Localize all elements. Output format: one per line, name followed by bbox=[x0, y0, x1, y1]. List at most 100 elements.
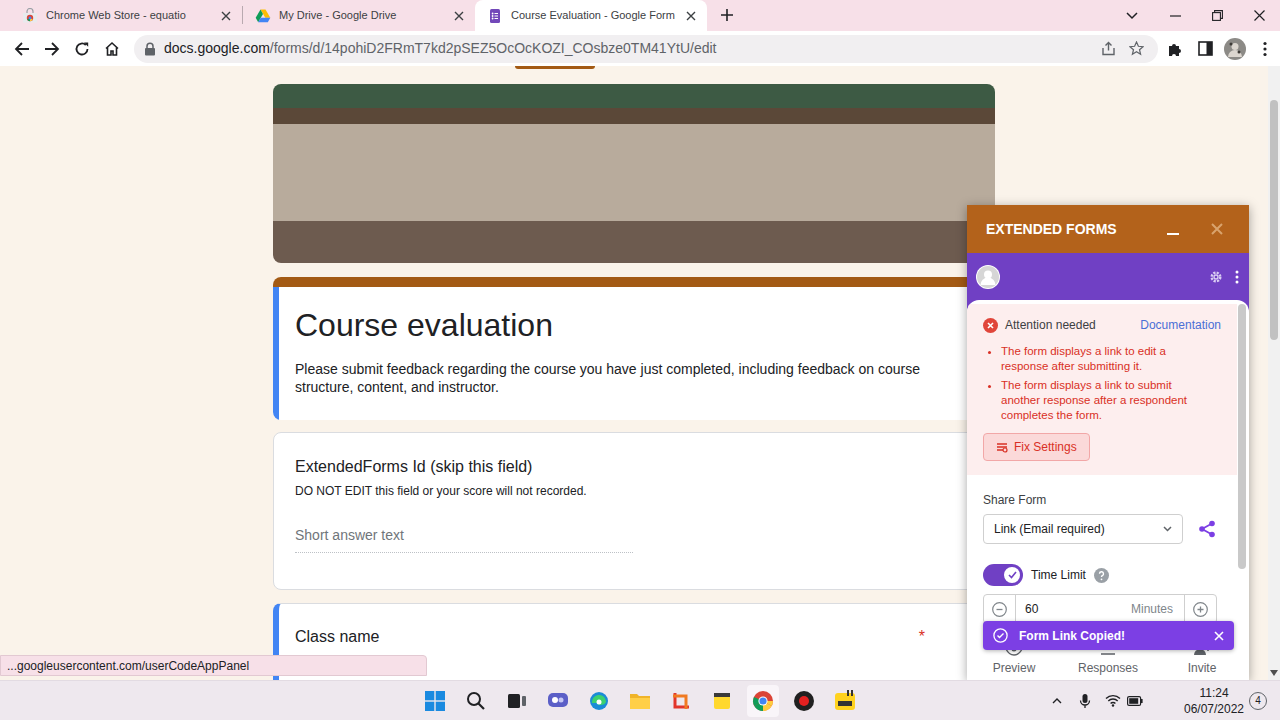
task-view-icon bbox=[507, 691, 527, 711]
share-mode-select[interactable]: Link (Email required) bbox=[983, 514, 1183, 544]
web-store-icon bbox=[22, 8, 38, 24]
start-button[interactable] bbox=[419, 685, 451, 717]
back-button[interactable] bbox=[7, 34, 37, 64]
new-tab-button[interactable] bbox=[713, 1, 741, 29]
browser-tab[interactable]: My Drive - Google Drive bbox=[243, 0, 475, 31]
plus-icon bbox=[720, 8, 734, 22]
chat-icon bbox=[547, 691, 569, 711]
file-explorer-button[interactable] bbox=[624, 685, 656, 717]
close-icon bbox=[1211, 223, 1223, 235]
browser-tab[interactable]: Chrome Web Store - equatio bbox=[10, 0, 242, 31]
tab-search-button[interactable] bbox=[1112, 0, 1152, 31]
player-icon bbox=[834, 690, 856, 712]
fix-settings-button[interactable]: Fix Settings bbox=[983, 433, 1090, 461]
battery-icon bbox=[1127, 696, 1143, 706]
page-scrollbar[interactable] bbox=[1268, 66, 1280, 680]
minimize-icon bbox=[1170, 15, 1181, 17]
notification-badge[interactable]: 4 bbox=[1249, 692, 1267, 710]
address-bar[interactable]: docs.google.com/forms/d/14pohiD2FRmT7kd2… bbox=[134, 35, 1158, 63]
microphone-button[interactable] bbox=[1073, 689, 1097, 713]
maximize-button[interactable] bbox=[1196, 0, 1238, 31]
close-icon[interactable] bbox=[1214, 631, 1224, 641]
snipping-tool-button[interactable] bbox=[665, 685, 697, 717]
clock[interactable]: 11:24 06/07/2022 bbox=[1180, 685, 1248, 717]
home-button[interactable] bbox=[97, 34, 127, 64]
forward-button[interactable] bbox=[37, 34, 67, 64]
restore-icon bbox=[1212, 10, 1223, 21]
panel-minimize-button[interactable] bbox=[1163, 219, 1183, 239]
minus-icon bbox=[992, 602, 1007, 617]
minimize-button[interactable] bbox=[1154, 0, 1196, 31]
kebab-icon bbox=[1263, 41, 1267, 57]
menu-button[interactable] bbox=[1250, 34, 1280, 64]
chrome-icon bbox=[752, 690, 774, 712]
url-host: docs.google.com bbox=[164, 40, 270, 56]
close-icon[interactable] bbox=[218, 8, 234, 24]
reload-button[interactable] bbox=[67, 34, 97, 64]
task-view-button[interactable] bbox=[501, 685, 533, 717]
minimize-icon bbox=[1167, 233, 1179, 235]
chevron-up-icon bbox=[1052, 698, 1062, 704]
time-limit-field[interactable]: 60 Minutes bbox=[983, 594, 1217, 624]
chat-button[interactable] bbox=[542, 685, 574, 717]
folder-icon bbox=[629, 692, 651, 710]
close-icon[interactable] bbox=[683, 8, 699, 24]
documentation-link[interactable]: Documentation bbox=[1140, 316, 1221, 334]
close-icon[interactable] bbox=[451, 8, 467, 24]
short-answer-field[interactable]: Short answer text bbox=[295, 523, 633, 553]
status-url: ...googleusercontent.com/userCodeAppPane… bbox=[7, 657, 249, 675]
close-window-button[interactable] bbox=[1238, 0, 1280, 31]
header-image bbox=[273, 84, 995, 263]
reload-icon bbox=[74, 41, 90, 57]
toast-message: Form Link Copied! bbox=[1019, 627, 1125, 645]
recorder-button[interactable] bbox=[788, 685, 820, 717]
question-help: DO NOT EDIT this field or your score wil… bbox=[295, 483, 972, 499]
profile-button[interactable] bbox=[1220, 34, 1250, 64]
edge-icon bbox=[589, 691, 609, 711]
question-title[interactable]: Class name bbox=[295, 625, 919, 649]
panel-close-button[interactable] bbox=[1207, 219, 1227, 239]
search-button[interactable] bbox=[460, 685, 492, 717]
wifi-button[interactable] bbox=[1101, 689, 1125, 713]
scrollbar-thumb[interactable] bbox=[1270, 100, 1278, 340]
tab-label: My Drive - Google Drive bbox=[279, 7, 443, 24]
time-limit-toggle[interactable] bbox=[983, 564, 1023, 586]
side-panel-button[interactable] bbox=[1190, 34, 1220, 64]
time-limit-value[interactable]: 60 bbox=[1016, 600, 1131, 618]
extensions-button[interactable] bbox=[1160, 34, 1190, 64]
increase-button[interactable] bbox=[1184, 595, 1216, 623]
share-button[interactable] bbox=[1195, 517, 1219, 541]
form-title[interactable]: Course evaluation bbox=[295, 305, 973, 345]
notification-count: 4 bbox=[1255, 696, 1261, 706]
share-icon bbox=[1101, 41, 1116, 56]
gear-icon[interactable] bbox=[1209, 270, 1223, 284]
battery-button[interactable] bbox=[1125, 689, 1145, 713]
player-button[interactable] bbox=[829, 685, 861, 717]
url-path: /forms/d/14pohiD2FRmT7kd2pSEZ5OcOcKOZI_C… bbox=[270, 40, 717, 56]
panel-scrollbar[interactable] bbox=[1238, 304, 1246, 569]
kebab-icon[interactable] bbox=[1235, 270, 1239, 284]
decrease-button[interactable] bbox=[984, 595, 1016, 623]
wifi-icon bbox=[1105, 694, 1121, 707]
question-card[interactable]: ExtendedForms Id (skip this field) DO NOT… bbox=[273, 432, 995, 590]
avatar-icon[interactable] bbox=[976, 265, 1000, 289]
avatar-icon bbox=[1224, 38, 1246, 60]
panel-header: EXTENDED FORMS bbox=[967, 205, 1249, 253]
sticky-notes-button[interactable] bbox=[706, 685, 738, 717]
search-icon bbox=[466, 691, 486, 711]
drive-icon bbox=[255, 8, 271, 24]
edge-button[interactable] bbox=[583, 685, 615, 717]
scroll-down-icon[interactable] bbox=[1270, 670, 1278, 676]
bookmark-button[interactable] bbox=[1122, 37, 1150, 61]
browser-tab[interactable]: Course Evaluation - Google Form bbox=[475, 0, 707, 31]
help-icon[interactable] bbox=[1094, 568, 1109, 583]
question-title[interactable]: ExtendedForms Id (skip this field) bbox=[295, 455, 972, 479]
toolbar: docs.google.com/forms/d/14pohiD2FRmT7kd2… bbox=[0, 31, 1280, 66]
attention-item: The form displays a link to edit a respo… bbox=[1001, 344, 1211, 374]
form-description[interactable]: Please submit feedback regarding the cou… bbox=[295, 360, 960, 396]
chrome-button[interactable] bbox=[747, 685, 779, 717]
share-page-button[interactable] bbox=[1094, 37, 1122, 61]
tab-label: Course Evaluation - Google Form bbox=[511, 7, 675, 24]
tab-list: Chrome Web Store - equatio My Drive - Goo… bbox=[0, 0, 707, 31]
hidden-icons-button[interactable] bbox=[1045, 689, 1069, 713]
